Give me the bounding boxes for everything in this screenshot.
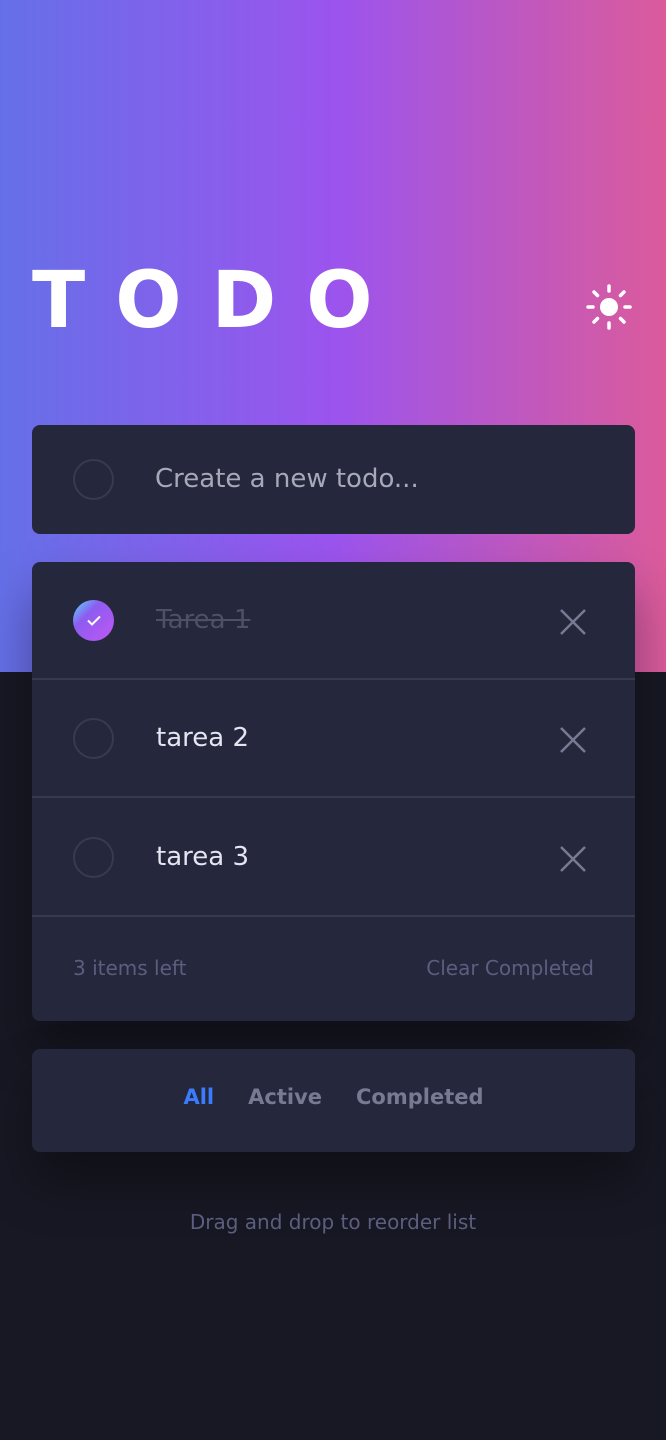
filter-active[interactable]: Active <box>248 1085 322 1109</box>
filter-completed[interactable]: Completed <box>356 1085 484 1109</box>
filter-card: All Active Completed <box>32 1049 635 1152</box>
todo-checkbox[interactable] <box>73 718 114 759</box>
check-icon <box>86 615 101 626</box>
todo-text: Tarea 1 <box>156 605 251 635</box>
filter-bar: All Active Completed <box>32 1085 635 1109</box>
new-todo-input[interactable] <box>155 453 595 505</box>
sun-icon <box>586 284 632 330</box>
filter-all[interactable]: All <box>183 1085 214 1109</box>
clear-completed-button[interactable]: Clear Completed <box>426 956 594 980</box>
items-left-count: 3 items left <box>73 956 187 980</box>
todo-text: tarea 2 <box>156 723 249 753</box>
todo-item[interactable]: tarea 3 <box>32 799 635 917</box>
app-title: TODO <box>32 256 403 346</box>
todo-checkbox-checked[interactable] <box>73 600 114 641</box>
theme-toggle-button[interactable] <box>584 282 634 332</box>
close-icon[interactable] <box>557 606 589 638</box>
new-todo-card <box>32 425 635 534</box>
todo-list: Tarea 1 tarea 2 tarea 3 3 items left Cle… <box>32 562 635 1021</box>
todo-item[interactable]: tarea 2 <box>32 680 635 798</box>
close-icon[interactable] <box>557 724 589 756</box>
new-todo-check-circle[interactable] <box>73 459 114 500</box>
drag-hint: Drag and drop to reorder list <box>189 1210 477 1234</box>
todo-item[interactable]: Tarea 1 <box>32 562 635 680</box>
close-icon[interactable] <box>557 843 589 875</box>
todo-text: tarea 3 <box>156 842 249 872</box>
todo-checkbox[interactable] <box>73 837 114 878</box>
